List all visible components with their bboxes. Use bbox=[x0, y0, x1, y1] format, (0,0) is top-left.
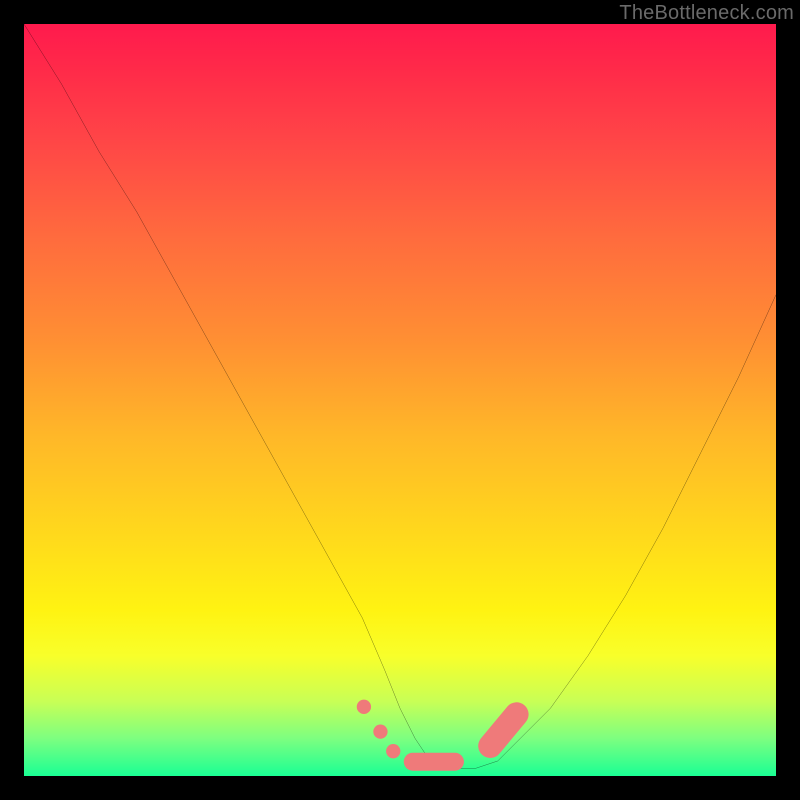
marker-capsule bbox=[490, 714, 516, 746]
bottleneck-curve bbox=[24, 24, 776, 768]
chart-frame: TheBottleneck.com bbox=[0, 0, 800, 800]
curve-svg bbox=[24, 24, 776, 776]
plot-area bbox=[24, 24, 776, 776]
marker-dot bbox=[373, 724, 387, 738]
watermark-text: TheBottleneck.com bbox=[619, 2, 794, 25]
marker-valley-bar bbox=[404, 753, 464, 771]
markers-layer bbox=[357, 700, 517, 771]
marker-dot bbox=[357, 700, 371, 714]
curve-path bbox=[24, 24, 776, 768]
marker-dot bbox=[386, 744, 400, 758]
